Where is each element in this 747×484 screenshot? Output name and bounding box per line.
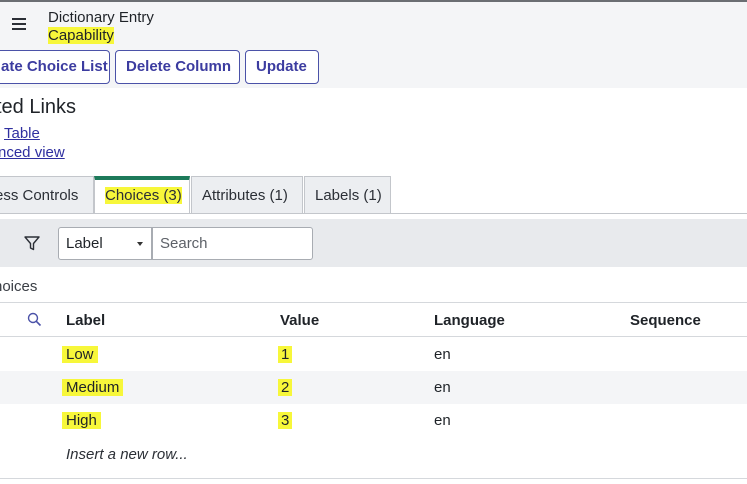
- list-filter-bar: Label: [0, 219, 747, 267]
- cell-language[interactable]: en: [434, 346, 451, 363]
- divider: [0, 478, 747, 479]
- cell-language[interactable]: en: [434, 412, 451, 429]
- create-choice-list-button[interactable]: ate Choice List: [0, 50, 110, 84]
- action-toolbar: ate Choice List Delete Column Update: [0, 50, 747, 88]
- related-lists-tabs: ess Controls Choices (3) Attributes (1) …: [0, 176, 747, 214]
- divider: [0, 336, 747, 337]
- filter-icon[interactable]: [24, 236, 40, 251]
- insert-new-row-link[interactable]: Insert a new row...: [66, 446, 188, 463]
- table-row[interactable]: High 3 en: [0, 404, 747, 437]
- search-input[interactable]: [152, 227, 313, 260]
- tab-choices[interactable]: Choices (3): [94, 176, 190, 214]
- cell-value[interactable]: 2: [278, 379, 293, 396]
- related-links-heading: ted Links: [0, 96, 77, 118]
- menu-icon[interactable]: [12, 18, 26, 32]
- update-button[interactable]: Update: [245, 50, 319, 84]
- column-search-icon[interactable]: [27, 312, 42, 327]
- cell-label[interactable]: High: [62, 412, 101, 429]
- tab-attributes[interactable]: Attributes (1): [191, 176, 303, 214]
- table-row[interactable]: Medium 2 en: [0, 371, 747, 404]
- table-row[interactable]: Low 1 en: [0, 338, 747, 371]
- tab-choices-label: Choices (3): [105, 187, 182, 204]
- cell-value[interactable]: 3: [278, 412, 293, 429]
- cell-label[interactable]: Low: [62, 346, 98, 363]
- search-field-select[interactable]: Label: [58, 227, 152, 260]
- list-title: hoices: [0, 278, 38, 295]
- tab-access-controls[interactable]: ess Controls: [0, 176, 94, 214]
- search-field-value: Label: [66, 235, 103, 252]
- column-header-label[interactable]: Label: [66, 312, 105, 329]
- divider: [0, 302, 747, 303]
- column-header-language[interactable]: Language: [434, 312, 505, 329]
- cell-label[interactable]: Medium: [62, 379, 124, 396]
- form-title: Dictionary Entry: [48, 9, 154, 26]
- cell-value[interactable]: 1: [278, 346, 293, 363]
- column-header-value[interactable]: Value: [280, 312, 319, 329]
- advanced-view-link[interactable]: nced view: [0, 144, 65, 161]
- form-header: Dictionary Entry Capability: [0, 0, 747, 50]
- cell-language[interactable]: en: [434, 379, 451, 396]
- show-table-link[interactable]: Table: [4, 125, 40, 142]
- delete-column-button[interactable]: Delete Column: [115, 50, 240, 84]
- form-subtitle: Capability: [48, 27, 114, 44]
- column-header-sequence[interactable]: Sequence: [630, 312, 701, 329]
- chevron-down-icon: [137, 242, 143, 246]
- tab-labels[interactable]: Labels (1): [304, 176, 391, 214]
- tab-divider: [0, 213, 747, 214]
